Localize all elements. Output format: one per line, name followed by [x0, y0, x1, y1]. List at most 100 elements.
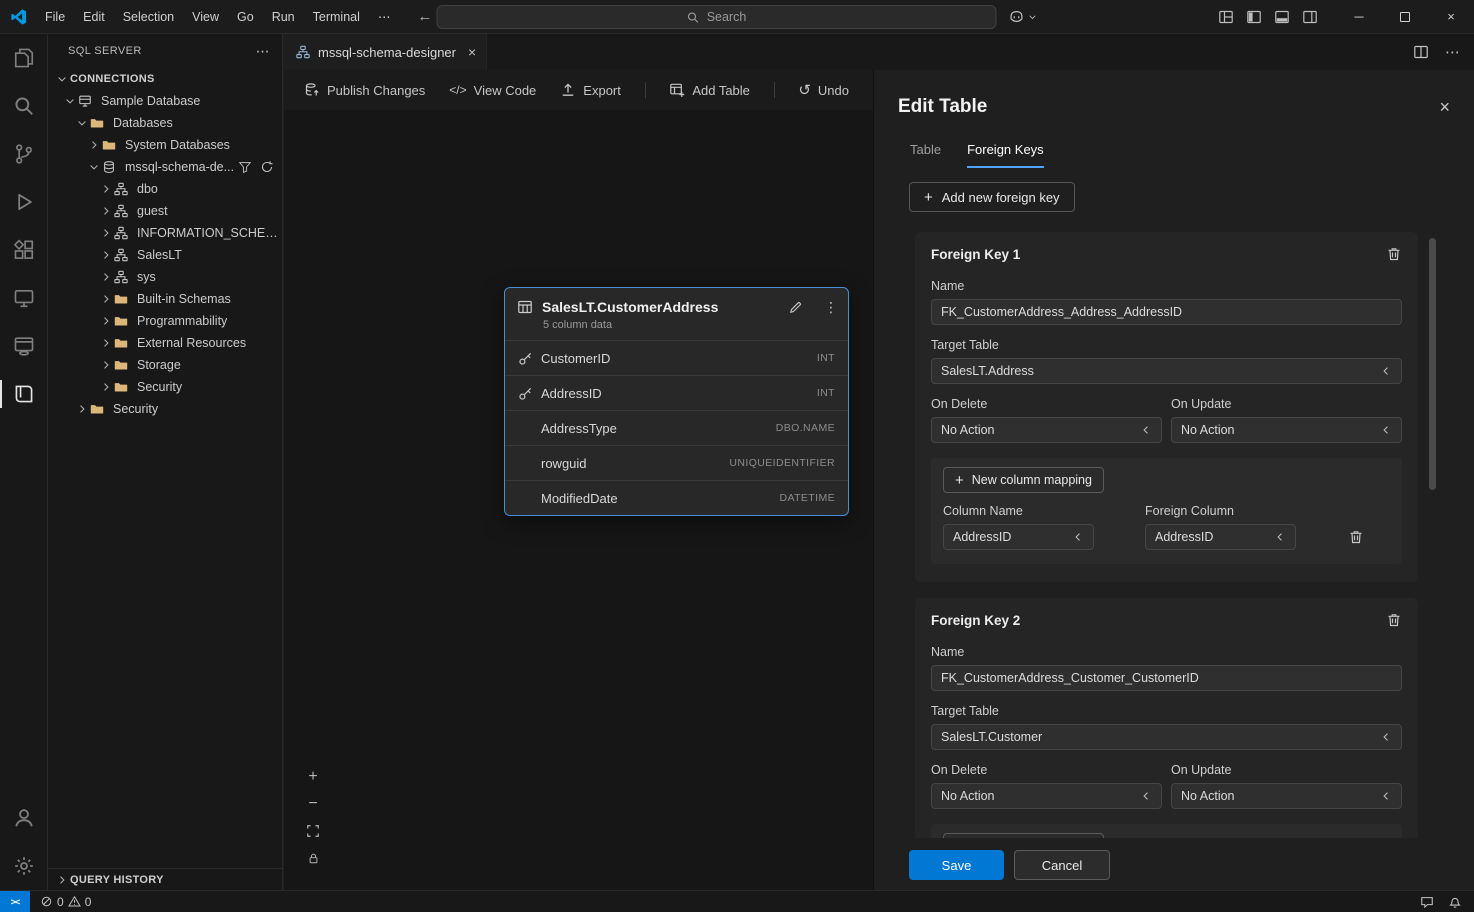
split-editor-icon[interactable] — [1413, 44, 1429, 60]
extensions-icon[interactable] — [0, 226, 47, 274]
tree-item-information-schema[interactable]: INFORMATION_SCHEMA — [48, 222, 282, 244]
column-name-select[interactable]: AddressID — [943, 524, 1094, 550]
menu-selection[interactable]: Selection — [114, 6, 183, 28]
tree-item-programmability[interactable]: Programmability — [48, 310, 282, 332]
tree-item-saleslt[interactable]: SalesLT — [48, 244, 282, 266]
fit-view-button[interactable] — [304, 823, 322, 839]
undo-button[interactable]: ↺Undo — [798, 83, 849, 98]
menu-file[interactable]: File — [36, 6, 74, 28]
lock-canvas-button[interactable] — [304, 850, 322, 866]
tab-table[interactable]: Table — [910, 142, 941, 168]
add-table-button[interactable]: Add Table — [669, 82, 750, 98]
table-node-customeraddress[interactable]: SalesLT.CustomerAddress ⋮ 5 column data … — [504, 287, 849, 516]
delete-foreign-key-icon[interactable] — [1386, 612, 1402, 628]
panel-scrollbar[interactable] — [1429, 238, 1436, 490]
sql-server-icon[interactable] — [0, 370, 47, 418]
column-row-customerid[interactable]: CustomerIDINT — [505, 340, 848, 375]
more-menu-icon[interactable]: ⋯ — [369, 5, 400, 28]
publish-changes-button[interactable]: Publish Changes — [304, 82, 425, 98]
notifications-bell-icon[interactable] — [1448, 895, 1462, 909]
filter-icon[interactable] — [238, 160, 252, 174]
back-arrow-icon[interactable]: ← — [417, 9, 432, 24]
foreign-column-select[interactable]: AddressID — [1145, 524, 1296, 550]
chevron-down-icon — [1380, 790, 1392, 802]
edit-table-pencil-icon[interactable] — [788, 300, 803, 315]
tab-foreign-keys[interactable]: Foreign Keys — [967, 142, 1044, 168]
target-table-select[interactable]: SalesLT.Address — [931, 358, 1402, 384]
search-icon — [687, 11, 700, 24]
tree-item-databases[interactable]: Databases — [48, 112, 282, 134]
tree-item-external-resources[interactable]: External Resources — [48, 332, 282, 354]
on-delete-select[interactable]: No Action — [931, 783, 1162, 809]
table-node-menu-icon[interactable]: ⋮ — [824, 300, 836, 314]
menu-go[interactable]: Go — [228, 6, 263, 28]
warning-icon — [68, 895, 81, 908]
more-actions-icon[interactable]: ⋯ — [1445, 43, 1460, 61]
tree-item-mssql-schema-de[interactable]: mssql-schema-de... — [48, 156, 282, 178]
on-delete-select[interactable]: No Action — [931, 417, 1162, 443]
explorer-icon[interactable] — [0, 34, 47, 82]
zoom-out-button[interactable]: − — [304, 796, 322, 812]
copilot-menu[interactable] — [1009, 9, 1038, 25]
close-tab-icon[interactable]: × — [468, 44, 476, 60]
save-button[interactable]: Save — [909, 850, 1004, 880]
schema-canvas[interactable]: SalesLT.CustomerAddress ⋮ 5 column data … — [284, 110, 873, 890]
tree-item-dbo[interactable]: dbo — [48, 178, 282, 200]
remote-explorer-icon[interactable] — [0, 274, 47, 322]
cancel-button[interactable]: Cancel — [1014, 850, 1110, 880]
tree-item-sys[interactable]: sys — [48, 266, 282, 288]
close-panel-icon[interactable]: × — [1439, 98, 1450, 116]
toggle-primary-sidebar-icon[interactable] — [1240, 3, 1268, 31]
run-debug-icon[interactable] — [0, 178, 47, 226]
tree-item-system-databases[interactable]: System Databases — [48, 134, 282, 156]
column-row-rowguid[interactable]: rowguidUNIQUEIDENTIFIER — [505, 445, 848, 480]
feedback-icon[interactable] — [1420, 895, 1434, 909]
foreign-key-card: Foreign Key 2NameFK_CustomerAddress_Cust… — [915, 598, 1418, 838]
tree-item-security[interactable]: Security — [48, 398, 282, 420]
on-update-select[interactable]: No Action — [1171, 783, 1402, 809]
more-actions-icon[interactable]: ⋯ — [256, 43, 270, 60]
target-table-select[interactable]: SalesLT.Customer — [931, 724, 1402, 750]
maximize-button[interactable] — [1382, 0, 1428, 33]
on-update-select[interactable]: No Action — [1171, 417, 1402, 443]
refresh-icon[interactable] — [260, 160, 274, 174]
column-row-addresstype[interactable]: AddressTypeDBO.NAME — [505, 410, 848, 445]
remote-indicator[interactable]: >< — [0, 891, 30, 912]
new-column-mapping-button[interactable]: +New column mapping — [943, 467, 1104, 493]
new-column-mapping-button[interactable]: +New column mapping — [943, 833, 1104, 838]
menu-edit[interactable]: Edit — [74, 6, 114, 28]
toggle-secondary-sidebar-icon[interactable] — [1296, 3, 1324, 31]
column-row-addressid[interactable]: AddressIDINT — [505, 375, 848, 410]
sql-connections-icon[interactable] — [0, 322, 47, 370]
delete-mapping-icon[interactable] — [1348, 529, 1364, 545]
connections-section-header[interactable]: CONNECTIONS — [48, 68, 282, 90]
query-history-section-header[interactable]: QUERY HISTORY — [48, 868, 282, 890]
tab-mssql-schema-designer[interactable]: mssql-schema-designer × — [284, 34, 487, 70]
search-icon[interactable] — [0, 82, 47, 130]
toggle-panel-icon[interactable] — [1268, 3, 1296, 31]
export-button[interactable]: Export — [560, 82, 621, 98]
tree-item-sample-database[interactable]: Sample Database — [48, 90, 282, 112]
source-control-icon[interactable] — [0, 130, 47, 178]
zoom-in-button[interactable]: + — [304, 769, 322, 785]
fk-name-input[interactable]: FK_CustomerAddress_Customer_CustomerID — [931, 665, 1402, 691]
account-icon[interactable] — [0, 794, 47, 842]
tree-item-guest[interactable]: guest — [48, 200, 282, 222]
menu-view[interactable]: View — [183, 6, 228, 28]
search-input[interactable]: Search — [437, 5, 997, 29]
menu-terminal[interactable]: Terminal — [304, 6, 369, 28]
delete-foreign-key-icon[interactable] — [1386, 246, 1402, 262]
customize-layout-icon[interactable] — [1212, 3, 1240, 31]
tree-item-storage[interactable]: Storage — [48, 354, 282, 376]
add-new-foreign-key-button[interactable]: + Add new foreign key — [909, 182, 1075, 212]
tree-item-built-in-schemas[interactable]: Built-in Schemas — [48, 288, 282, 310]
close-window-button[interactable]: × — [1428, 0, 1474, 33]
tree-item-security[interactable]: Security — [48, 376, 282, 398]
fk-name-input[interactable]: FK_CustomerAddress_Address_AddressID — [931, 299, 1402, 325]
column-row-modifieddate[interactable]: ModifiedDateDATETIME — [505, 480, 848, 515]
menu-run[interactable]: Run — [263, 6, 304, 28]
settings-gear-icon[interactable] — [0, 842, 47, 890]
view-code-button[interactable]: </>View Code — [449, 83, 536, 98]
problems-indicator[interactable]: 0 0 — [40, 895, 91, 909]
minimize-button[interactable]: ─ — [1336, 0, 1382, 33]
